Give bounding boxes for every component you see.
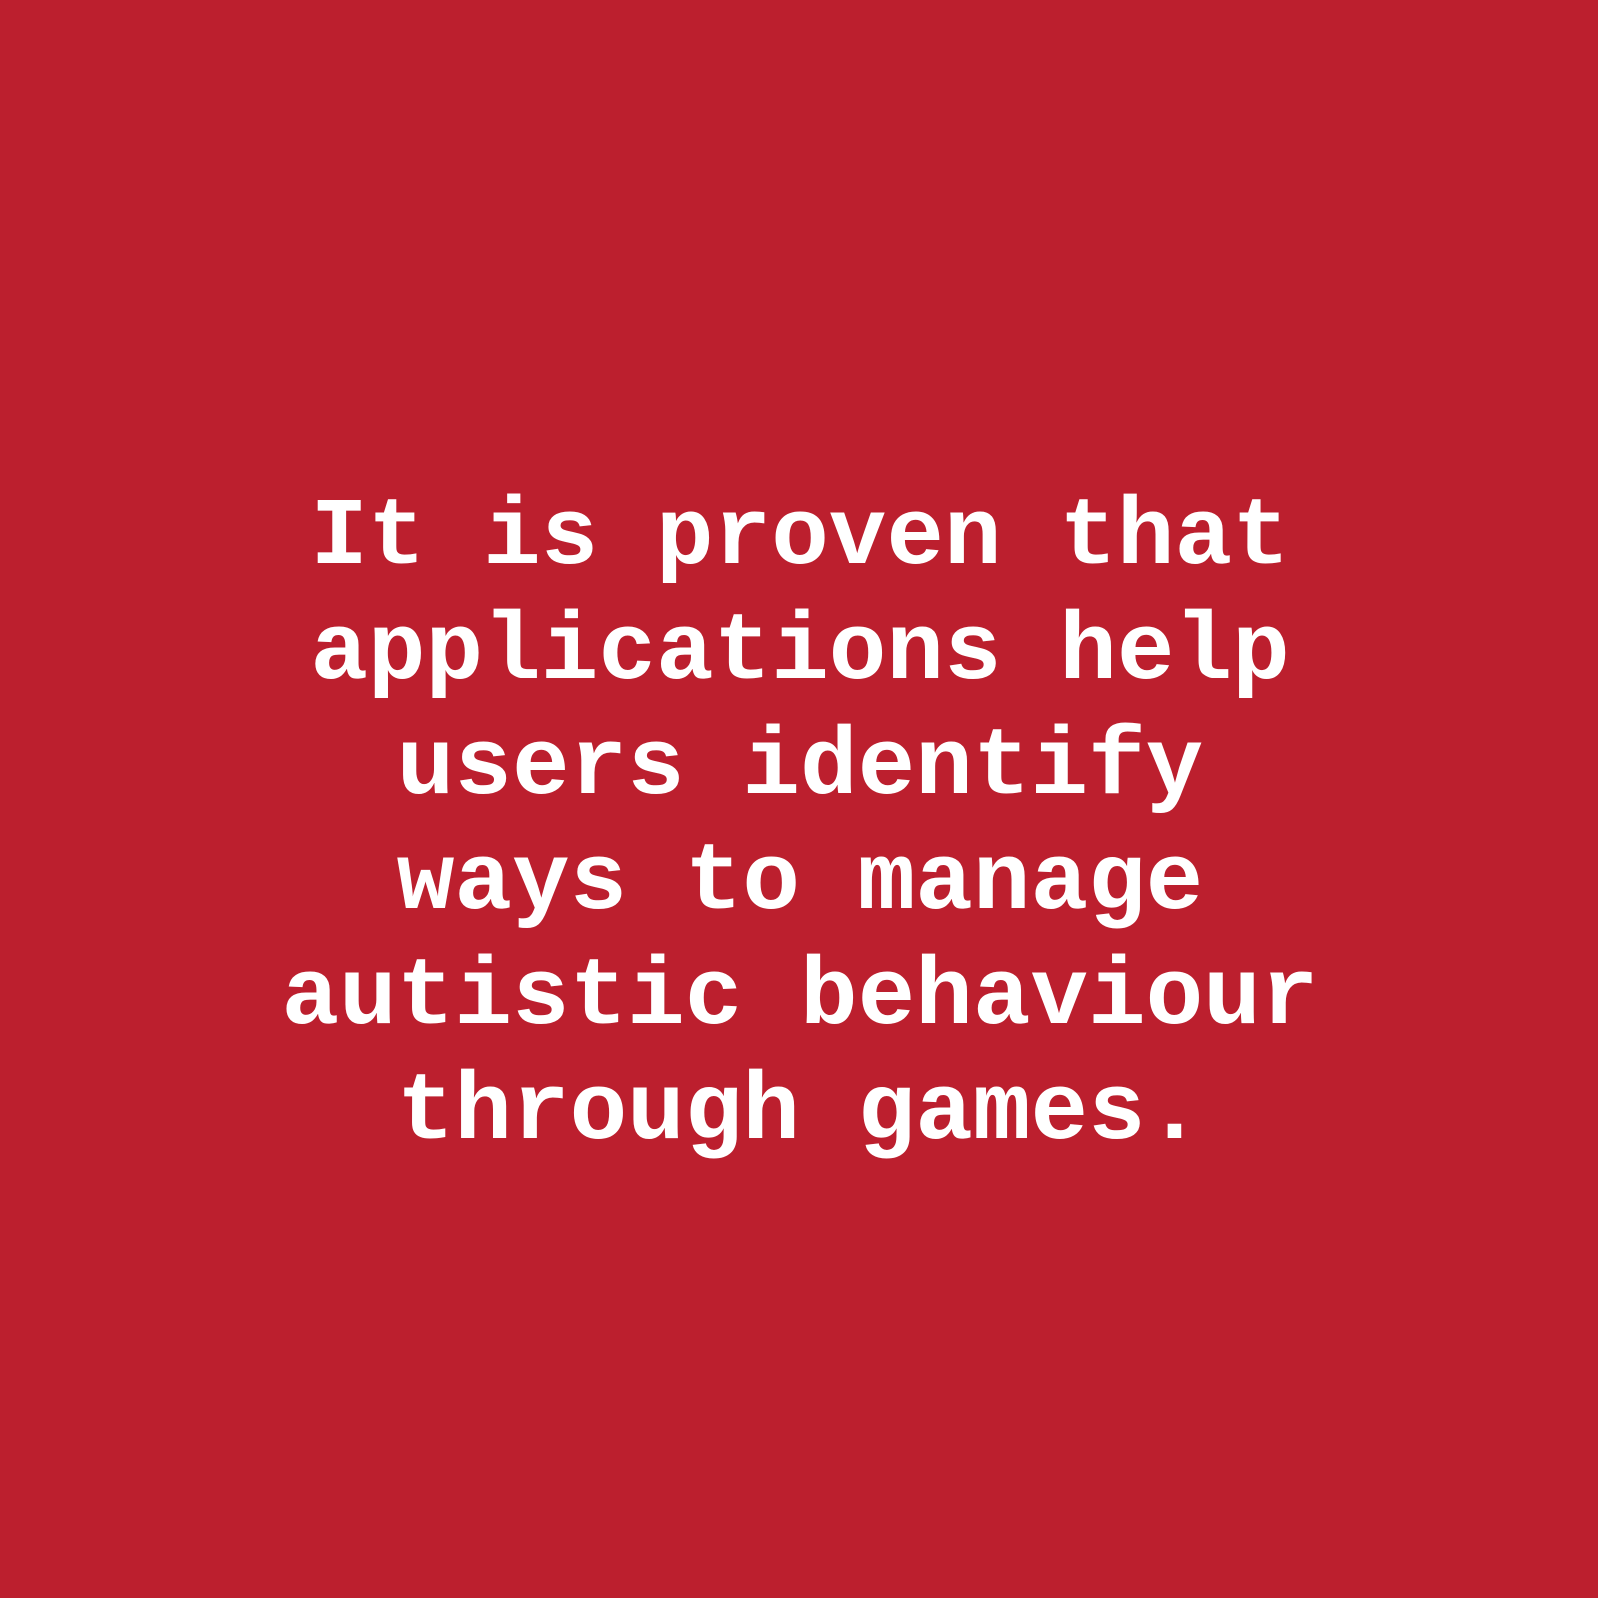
quote-text: It is proven that applications help user… <box>0 480 1600 1170</box>
quote-line-1: It is proven that <box>310 483 1290 592</box>
quote-line-6: through games. <box>396 1058 1204 1167</box>
quote-line-5: autistic behaviour <box>281 943 1319 1052</box>
quote-line-2: applications help <box>310 598 1290 707</box>
quote-line-4: ways to manage <box>396 828 1204 937</box>
quote-card: It is proven that applications help user… <box>0 0 1600 1600</box>
quote-line-3: users identify <box>396 713 1204 822</box>
